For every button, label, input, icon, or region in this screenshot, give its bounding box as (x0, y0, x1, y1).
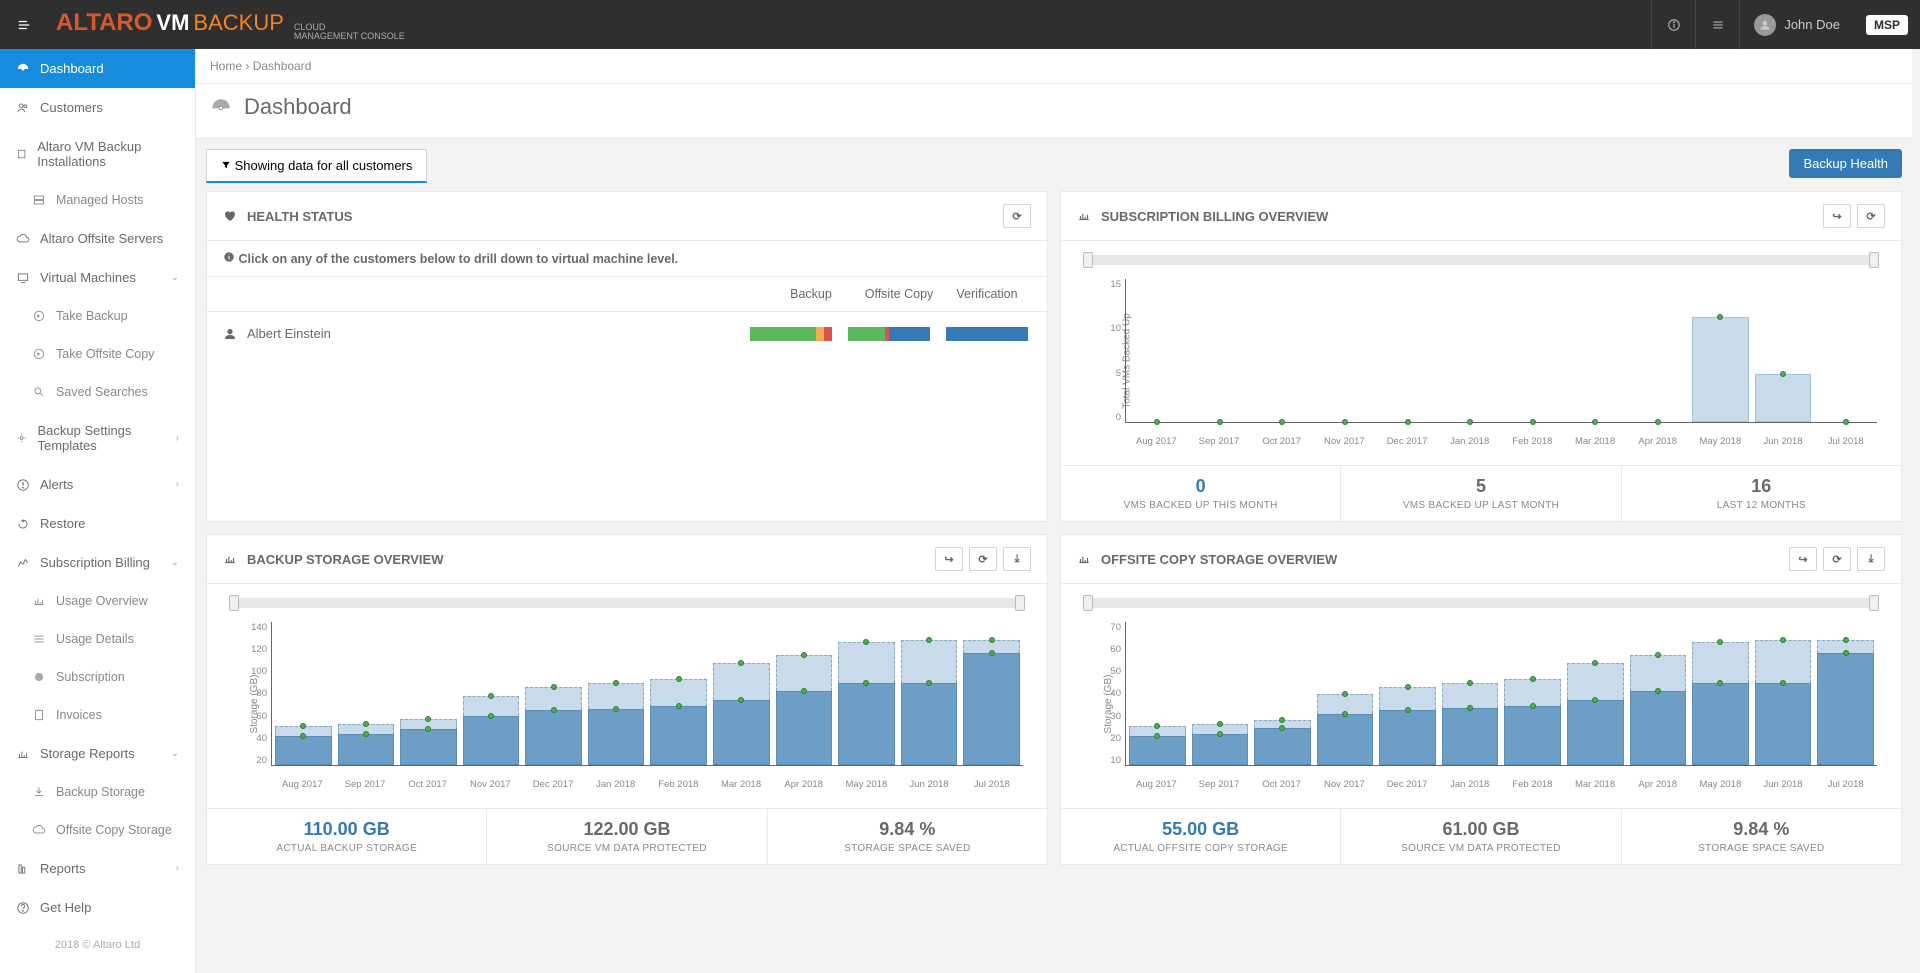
nav-alerts[interactable]: Alerts › (0, 465, 195, 504)
refresh-icon[interactable]: ⟳ (1003, 204, 1031, 228)
breadcrumb-home[interactable]: Home (210, 59, 242, 73)
nav-installations[interactable]: Altaro VM Backup Installations (0, 127, 195, 181)
nav-saved-searches[interactable]: Saved Searches (0, 373, 195, 411)
menu-toggle[interactable] (0, 0, 48, 49)
subscription-chart: Total VMs Backed Up 051015 Aug 2017Sep 2… (1075, 271, 1887, 451)
nav-take-backup[interactable]: Take Backup (0, 297, 195, 335)
chart-range-slider[interactable] (1083, 255, 1879, 265)
chart-icon (1077, 552, 1091, 566)
health-table-header: Backup Offsite Copy Verification (207, 277, 1047, 312)
chevron-right-icon: › (176, 433, 179, 444)
refresh-icon[interactable]: ⟳ (1857, 204, 1885, 228)
chevron-right-icon: › (176, 479, 179, 490)
customer-name: Albert Einstein (247, 326, 331, 341)
drill-hint: Click on any of the customers below to d… (207, 241, 1047, 277)
panel-title: SUBSCRIPTION BILLING OVERVIEW (1101, 209, 1328, 224)
sidebar: Dashboard Customers Altaro VM Backup Ins… (0, 49, 196, 973)
refresh-icon[interactable]: ⟳ (1823, 547, 1851, 571)
health-backup-bar (750, 327, 832, 341)
nav-restore[interactable]: Restore (0, 504, 195, 543)
panel-title: HEALTH STATUS (247, 209, 352, 224)
heart-icon (223, 209, 237, 223)
nav-invoices[interactable]: Invoices (0, 696, 195, 734)
chevron-down-icon: ⌄ (171, 272, 179, 283)
chart-icon (223, 552, 237, 566)
backup-storage-chart: Storage (GB) 20406080100120140 Aug 2017S… (221, 614, 1033, 794)
nav-subscription-billing[interactable]: Subscription Billing ⌄ (0, 543, 195, 582)
nav-usage-overview[interactable]: Usage Overview (0, 582, 195, 620)
filter-icon (221, 160, 231, 170)
refresh-icon[interactable]: ⟳ (969, 547, 997, 571)
chart-range-slider[interactable] (229, 598, 1025, 608)
user-icon (223, 327, 237, 341)
nav-take-offsite-copy[interactable]: Take Offsite Copy (0, 335, 195, 373)
panel-title: OFFSITE COPY STORAGE OVERVIEW (1101, 552, 1337, 567)
dashboard-icon (210, 96, 232, 118)
export-icon[interactable]: ↪ (1823, 204, 1851, 228)
nav-reports[interactable]: Reports › (0, 849, 195, 888)
breadcrumb: Home › Dashboard (196, 49, 1912, 84)
download-icon[interactable]: ⤓ (1857, 547, 1885, 571)
health-offsite-bar (848, 327, 930, 341)
copyright: 2018 © Altaro Ltd (0, 927, 195, 963)
msp-badge: MSP (1866, 15, 1908, 35)
backup-health-button[interactable]: Backup Health (1789, 149, 1902, 178)
page-title: Dashboard (244, 94, 352, 120)
export-icon[interactable]: ↪ (935, 547, 963, 571)
nav-virtual-machines[interactable]: Virtual Machines ⌄ (0, 258, 195, 297)
panel-title: BACKUP STORAGE OVERVIEW (247, 552, 443, 567)
list-icon[interactable] (1695, 0, 1739, 49)
chevron-right-icon: › (176, 863, 179, 874)
user-name: John Doe (1784, 17, 1840, 32)
chart-range-slider[interactable] (1083, 598, 1879, 608)
nav-dashboard[interactable]: Dashboard (0, 49, 195, 88)
nav-get-help[interactable]: Get Help (0, 888, 195, 927)
nav-backup-settings-templates[interactable]: Backup Settings Templates › (0, 411, 195, 465)
chevron-down-icon: ⌄ (171, 557, 179, 568)
nav-offsite-copy-storage[interactable]: Offsite Copy Storage (0, 811, 195, 849)
panel-health-status: HEALTH STATUS ⟳ Click on any of the cust… (206, 191, 1048, 522)
nav-managed-hosts[interactable]: Managed Hosts (0, 181, 195, 219)
user-menu[interactable]: John Doe (1739, 0, 1854, 49)
nav-usage-details[interactable]: Usage Details (0, 620, 195, 658)
nav-backup-storage[interactable]: Backup Storage (0, 773, 195, 811)
avatar-icon (1754, 14, 1776, 36)
nav-subscription[interactable]: Subscription (0, 658, 195, 696)
chart-icon (1077, 209, 1091, 223)
chevron-down-icon: ⌄ (171, 748, 179, 759)
offsite-storage-chart: Storage (GB) 10203040506070 Aug 2017Sep … (1075, 614, 1887, 794)
nav-storage-reports[interactable]: Storage Reports ⌄ (0, 734, 195, 773)
export-icon[interactable]: ↪ (1789, 547, 1817, 571)
panel-subscription-billing: SUBSCRIPTION BILLING OVERVIEW ↪ ⟳ Total … (1060, 191, 1902, 522)
brand-logo: ALTARO VM BACKUP CLOUDMANAGEMENT CONSOLE (48, 9, 405, 41)
filter-customers-button[interactable]: Showing data for all customers (206, 149, 427, 183)
info-icon (223, 251, 235, 263)
download-icon[interactable]: ⤓ (1003, 547, 1031, 571)
nav-customers[interactable]: Customers (0, 88, 195, 127)
panel-offsite-copy-storage: OFFSITE COPY STORAGE OVERVIEW ↪ ⟳ ⤓ Stor… (1060, 534, 1902, 865)
health-row[interactable]: Albert Einstein (207, 312, 1047, 355)
panel-backup-storage: BACKUP STORAGE OVERVIEW ↪ ⟳ ⤓ Storage (G… (206, 534, 1048, 865)
health-verify-bar (946, 327, 1028, 341)
info-icon[interactable] (1651, 0, 1695, 49)
nav-offsite-servers[interactable]: Altaro Offsite Servers (0, 219, 195, 258)
